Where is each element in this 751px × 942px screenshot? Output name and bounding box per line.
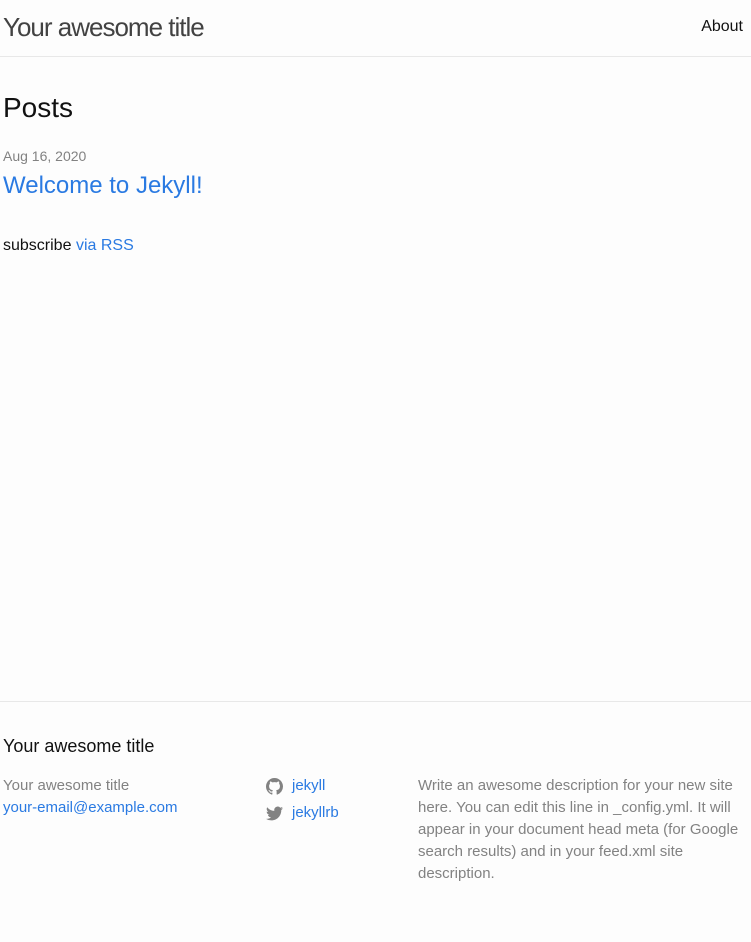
- page-heading: Posts: [3, 92, 74, 123]
- social-label-twitter: jekyllrb: [292, 804, 339, 821]
- site-header: Your awesome title About: [0, 0, 751, 57]
- rss-prefix: subscribe: [3, 237, 72, 254]
- footer-heading: Your awesome title: [3, 736, 155, 756]
- site-title-link[interactable]: Your awesome title: [3, 11, 205, 43]
- social-label-github: jekyll: [292, 777, 326, 794]
- footer-description: Write an awesome description for your ne…: [418, 777, 739, 882]
- twitter-icon: [266, 806, 283, 820]
- rss-subscribe: subscribe via RSS: [3, 236, 134, 256]
- footer-contact-name: Your awesome title: [3, 777, 130, 794]
- footer-contact: Your awesome title your-email@example.co…: [3, 775, 243, 819]
- github-icon: [266, 777, 283, 795]
- social-link-github[interactable]: jekyll: [266, 775, 406, 797]
- site-footer: Your awesome title Your awesome title yo…: [0, 701, 751, 942]
- social-link-twitter[interactable]: jekyllrb: [266, 802, 406, 824]
- footer-social: jekyll jekyllrb: [266, 775, 406, 829]
- post-date: Aug 16, 2020: [3, 148, 87, 164]
- nav-about-link[interactable]: About: [701, 17, 743, 37]
- footer-email-link[interactable]: your-email@example.com: [3, 797, 243, 819]
- post-title-link[interactable]: Welcome to Jekyll!: [3, 171, 203, 201]
- rss-link[interactable]: via RSS: [76, 237, 134, 254]
